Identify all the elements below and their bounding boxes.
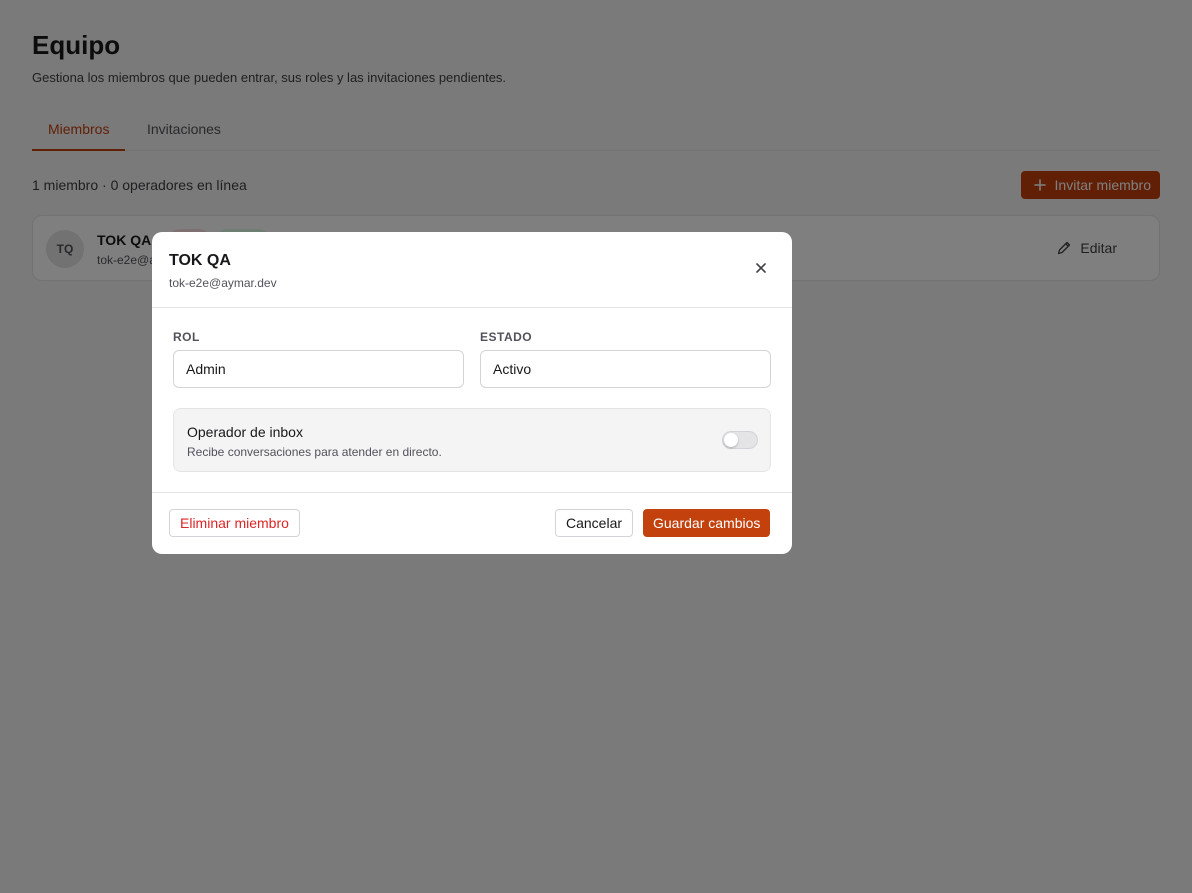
role-select[interactable]: Admin (173, 350, 464, 388)
status-select[interactable]: Activo (480, 350, 771, 388)
dialog-header: TOK QA tok-e2e@aymar.dev (152, 232, 792, 308)
status-label: Estado (480, 330, 533, 344)
inbox-description: Recibe conversaciones para atender en di… (187, 445, 442, 459)
inbox-operator-toggle[interactable] (722, 431, 758, 449)
inbox-title: Operador de inbox (187, 424, 303, 440)
dialog-footer: Eliminar miembro Cancelar Guardar cambio… (152, 492, 792, 554)
cancel-button[interactable]: Cancelar (555, 509, 634, 537)
toggle-knob (724, 433, 738, 447)
dialog-title: TOK QA (169, 252, 231, 269)
inbox-operator-setting: Operador de inbox Recibe conversaciones … (173, 408, 771, 472)
close-icon[interactable] (754, 261, 768, 275)
edit-member-dialog: TOK QA tok-e2e@aymar.dev Rol Admin Estad… (152, 232, 792, 554)
delete-member-button[interactable]: Eliminar miembro (169, 509, 300, 537)
dialog-subtitle: tok-e2e@aymar.dev (169, 276, 277, 290)
save-button[interactable]: Guardar cambios (643, 509, 771, 537)
role-label: Rol (173, 330, 200, 344)
